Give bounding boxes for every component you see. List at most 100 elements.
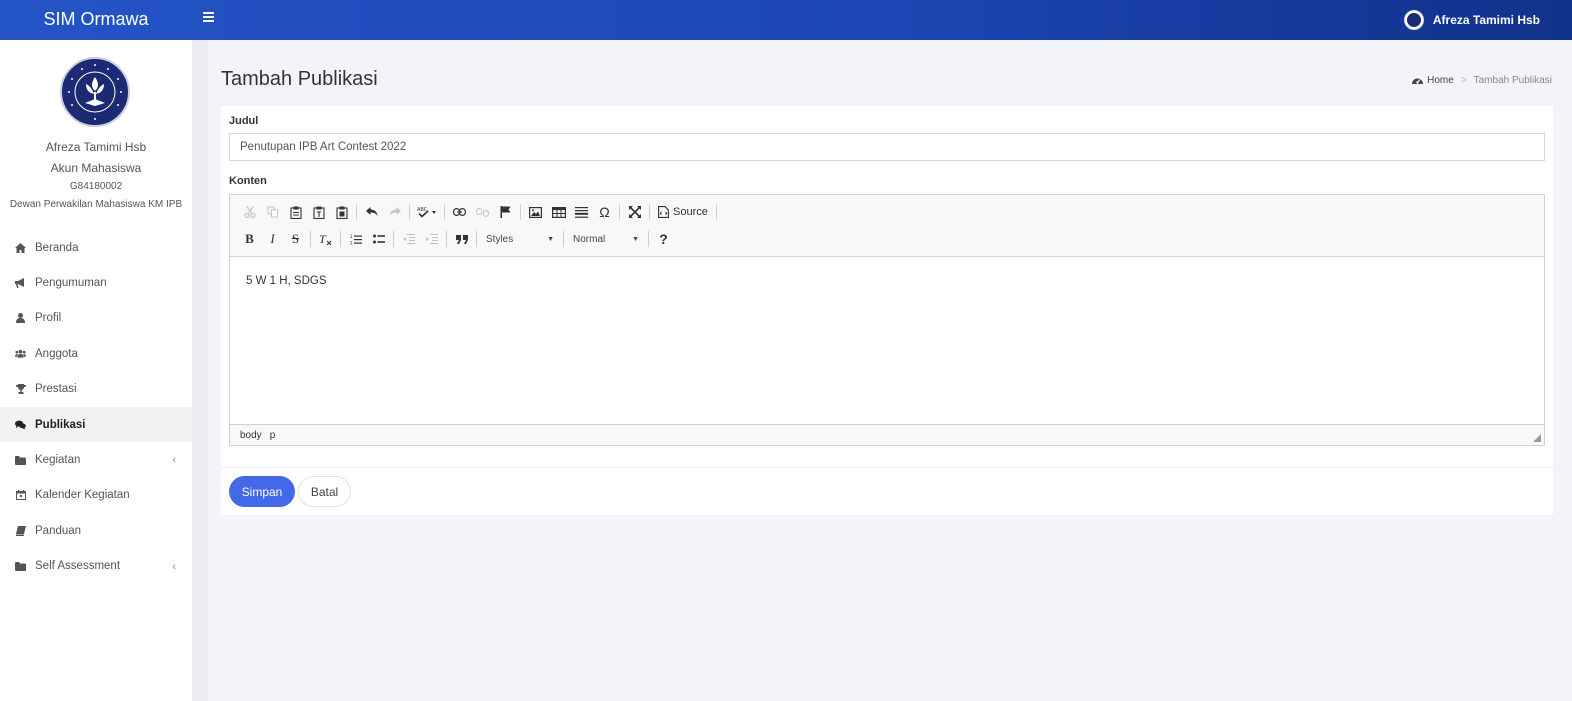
- outdent-button[interactable]: [397, 228, 420, 250]
- sidebar-item-beranda[interactable]: Beranda: [0, 230, 192, 265]
- spellcheck-button[interactable]: ABC: [413, 201, 441, 223]
- toolbar-separator: [648, 231, 649, 247]
- sidebar-item-prestasi[interactable]: Prestasi: [0, 372, 192, 407]
- cancel-button[interactable]: Batal: [298, 476, 351, 507]
- chevron-down-icon: ▼: [632, 235, 639, 243]
- help-icon: ?: [659, 231, 668, 247]
- sidebar-item-label: Beranda: [35, 241, 79, 254]
- redo-icon: [389, 207, 401, 216]
- maximize-button[interactable]: [623, 201, 646, 223]
- svg-text:1: 1: [350, 234, 353, 239]
- editor-toolbar-row: B I S T 12 Styles ▼ Normal ▼ ?: [238, 228, 675, 250]
- numbered-list-icon: 12: [350, 234, 362, 245]
- anchor-button[interactable]: [494, 201, 517, 223]
- user-name: Afreza Tamimi Hsb: [1432, 13, 1540, 27]
- svg-text:T: T: [319, 233, 327, 246]
- sidebar-item-anggota[interactable]: Anggota: [0, 336, 192, 371]
- quote-icon: [455, 234, 468, 244]
- remove-format-button[interactable]: T: [314, 228, 337, 250]
- judul-input[interactable]: [229, 133, 1545, 161]
- format-dropdown[interactable]: Normal ▼: [567, 228, 645, 250]
- profile-name: Afreza Tamimi Hsb: [45, 140, 147, 154]
- format-dropdown-label: Normal: [573, 233, 606, 245]
- dashboard-icon: [1412, 78, 1424, 84]
- sidebar-item-label: Publikasi: [35, 418, 86, 431]
- home-icon: [15, 242, 26, 253]
- special-char-button[interactable]: Ω: [593, 201, 616, 223]
- path-item-body[interactable]: body: [240, 430, 262, 441]
- styles-dropdown[interactable]: Styles ▼: [480, 228, 560, 250]
- konten-label: Konten: [229, 175, 267, 187]
- sidebar-item-kegiatan[interactable]: Kegiatan ‹: [0, 442, 192, 477]
- unlink-button[interactable]: [471, 201, 494, 223]
- link-button[interactable]: [448, 201, 471, 223]
- breadcrumb-separator: >: [1460, 75, 1467, 86]
- italic-button[interactable]: I: [261, 228, 284, 250]
- bullhorn-icon: [15, 278, 26, 289]
- profile-organization: Dewan Perwakilan Mahasiswa KM IPB: [9, 199, 183, 210]
- sidebar-item-self-assessment[interactable]: Self Assessment ‹: [0, 549, 192, 584]
- calendar-icon: [15, 490, 26, 501]
- maximize-icon: [628, 206, 641, 218]
- toolbar-separator: [563, 231, 564, 247]
- horizontal-rule-button[interactable]: [570, 201, 593, 223]
- profile-nim: G84180002: [69, 181, 123, 192]
- paste-button[interactable]: [284, 201, 307, 223]
- rich-text-editor: ABC Ω Source B I S T 1 2 Styles ▼ Normal…: [229, 194, 1545, 446]
- redo-button[interactable]: [383, 201, 406, 223]
- sidebar-item-publikasi[interactable]: Publikasi: [0, 406, 192, 443]
- about-button[interactable]: ?: [652, 228, 675, 250]
- paste-text-icon: [312, 206, 325, 219]
- editor-content-area[interactable]: 5 W 1 H, SDGS: [230, 257, 1544, 424]
- toolbar-separator: [715, 204, 717, 220]
- breadcrumb-home-link[interactable]: Home: [1427, 75, 1454, 86]
- sidebar-item-profil[interactable]: Profil: [0, 301, 192, 336]
- user-menu[interactable]: Afreza Tamimi Hsb: [1403, 9, 1540, 31]
- bold-icon: B: [245, 231, 254, 246]
- strikethrough-button[interactable]: S: [284, 228, 307, 250]
- table-icon: [551, 206, 566, 218]
- trophy-icon: [15, 384, 26, 395]
- app-brand[interactable]: SIM Ormawa: [0, 0, 192, 40]
- sidebar-item-kalender-kegiatan[interactable]: Kalender Kegiatan: [0, 478, 192, 513]
- spellcheck-icon: ABC: [417, 207, 436, 218]
- styles-dropdown-label: Styles: [486, 233, 514, 245]
- numbered-list-button[interactable]: 12: [344, 228, 367, 250]
- flag-icon: [500, 206, 511, 218]
- menu-icon[interactable]: [203, 12, 214, 24]
- outdent-icon: [402, 234, 415, 244]
- toolbar-separator: [619, 204, 620, 220]
- omega-icon: Ω: [599, 204, 610, 220]
- table-button[interactable]: [547, 201, 570, 223]
- remove-format-icon: T: [319, 233, 332, 246]
- save-button[interactable]: Simpan: [229, 476, 295, 507]
- bulleted-list-icon: [372, 234, 385, 244]
- sidebar-item-label: Kegiatan: [35, 454, 81, 467]
- bulleted-list-button[interactable]: [367, 228, 390, 250]
- profile-role: Akun Mahasiswa: [50, 161, 142, 175]
- undo-button[interactable]: [360, 201, 383, 223]
- sidebar-item-pengumuman[interactable]: Pengumuman: [0, 265, 192, 300]
- editor-toolbar-row: ABC Ω Source: [238, 201, 720, 223]
- sidebar-item-panduan[interactable]: Panduan: [0, 513, 192, 548]
- top-navbar: SIM Ormawa Afreza Tamimi Hsb: [0, 0, 1572, 40]
- sidebar-item-label: Profil: [35, 312, 62, 325]
- source-icon: [658, 206, 669, 218]
- form-footer-divider: [221, 467, 1553, 468]
- resize-grip-icon[interactable]: [1533, 434, 1541, 442]
- judul-label: Judul: [229, 115, 259, 127]
- cut-button[interactable]: [238, 201, 261, 223]
- sidebar-item-label: Anggota: [35, 347, 78, 360]
- sidebar-item-label: Kalender Kegiatan: [35, 489, 130, 502]
- source-button[interactable]: Source: [653, 201, 713, 223]
- source-label: Source: [673, 206, 708, 218]
- indent-icon: [425, 234, 438, 244]
- indent-button[interactable]: [420, 228, 443, 250]
- image-button[interactable]: [524, 201, 547, 223]
- paste-text-button[interactable]: [307, 201, 330, 223]
- paste-word-button[interactable]: [330, 201, 353, 223]
- copy-button[interactable]: [261, 201, 284, 223]
- path-item-p[interactable]: p: [270, 430, 276, 441]
- bold-button[interactable]: B: [238, 228, 261, 250]
- blockquote-button[interactable]: [450, 228, 473, 250]
